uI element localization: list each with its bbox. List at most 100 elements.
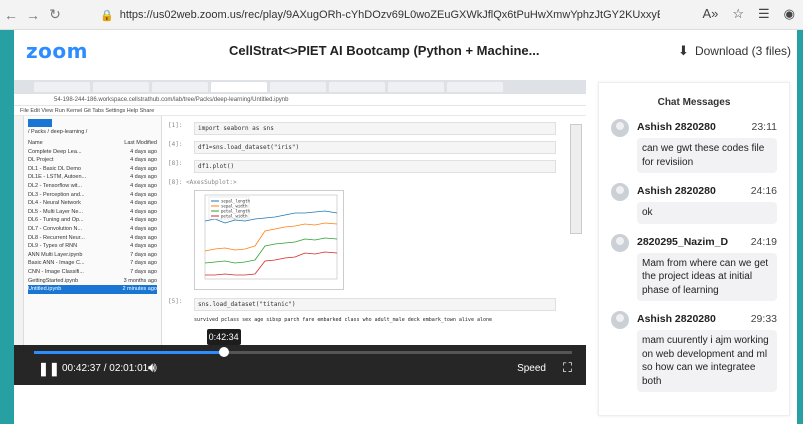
file-modified: 4 days ago <box>130 243 157 250</box>
file-row[interactable]: DL9 - Types of RNN 4 days ago <box>28 242 157 251</box>
plot-output: [8]: <AxesSubplot:> <box>168 179 586 186</box>
notebook: [1]: import seaborn as sns [4]: df1=sns.loa… <box>162 116 586 352</box>
line-plot: sepal_length sepal_width petal_length pe… <box>194 190 344 290</box>
file-row[interactable]: Complete Deep Lea... 4 days ago <box>28 148 157 157</box>
chat-message: Ashish 2820280 23:11 can we gwt these code… <box>599 119 789 173</box>
file-row[interactable]: DL7 - Convolution N... 4 days ago <box>28 225 157 234</box>
speed-button[interactable]: Speed <box>517 363 546 374</box>
file-header: Name Last Modified <box>28 140 157 146</box>
cell-code: import seaborn as sns <box>194 122 556 135</box>
recording-title: CellStrat<>PIET AI Bootcamp (Python + Ma… <box>229 43 540 58</box>
video-player[interactable]: 54-198-244-186.workspace.cellstrathub.co… <box>14 80 586 384</box>
plot-svg: sepal_length sepal_width petal_length pe… <box>204 194 338 280</box>
hover-time-tooltip: 0:42:34 <box>206 329 241 345</box>
cell-prompt: [8]: <box>168 160 183 167</box>
file-name: DL9 - Types of RNN <box>28 243 78 250</box>
file-row[interactable]: DL8 - Recurrent Neur... 4 days ago <box>28 234 157 243</box>
file-name: DL6 - Tuning and Op... <box>28 217 84 224</box>
profile-icon[interactable]: ◉ <box>784 6 795 22</box>
jupyter-workspace: / Packs / deep-learning / Name Last Modif… <box>14 116 586 352</box>
avatar <box>611 311 629 329</box>
file-modified: 4 days ago <box>130 217 157 224</box>
file-row[interactable]: DL2 - Tensorflow wit... 4 days ago <box>28 182 157 191</box>
cell-code: df1.plot() <box>194 160 556 173</box>
notebook-cell: [5]: sns.load_dataset("titanic") <box>168 298 586 311</box>
chat-text: ok <box>637 202 777 224</box>
download-button[interactable]: ⬇ Download (3 files) <box>678 43 791 59</box>
notebook-cell: [1]: import seaborn as sns <box>168 122 586 135</box>
breadcrumb: / Packs / deep-learning / <box>28 129 88 135</box>
recorded-browser-tabs <box>14 80 586 94</box>
jupyter-menu: File Edit View Run Kernel Git Tabs Setti… <box>14 106 586 116</box>
file-name: DL2 - Tensorflow wit... <box>28 182 83 189</box>
chat-time: 29:33 <box>750 313 777 325</box>
file-modified: 7 days ago <box>130 260 157 267</box>
chat-text: can we gwt these codes file for revisiio… <box>637 138 777 173</box>
file-row[interactable]: GettingStarted.ipynb 3 months ago <box>28 277 157 286</box>
progress-bar[interactable]: 0:42:34 <box>34 329 572 357</box>
avatar <box>611 119 629 137</box>
avatar <box>611 233 629 252</box>
file-name: Complete Deep Lea... <box>28 148 82 155</box>
file-row[interactable]: DL5 - Multi Layer Ne... 4 days ago <box>28 208 157 217</box>
dataframe-header: survived pclass sex age sibsp parch fare… <box>194 317 493 323</box>
file-row[interactable]: DL6 - Tuning and Op... 4 days ago <box>28 216 157 225</box>
file-row[interactable]: DL3 - Perception and... 4 days ago <box>28 191 157 200</box>
notebook-cell: [4]: df1=sns.load_dataset("iris") <box>168 141 586 154</box>
progress-handle[interactable] <box>218 347 229 357</box>
file-modified: 4 days ago <box>130 208 157 215</box>
lock-icon: 🔒 <box>100 9 114 22</box>
time-display: 00:42:37 / 02:01:01 <box>62 363 149 374</box>
recorded-address-bar: 54-198-244-186.workspace.cellstrathub.co… <box>14 94 586 106</box>
fullscreen-icon[interactable]: ⛶ <box>563 360 572 376</box>
chat-sender: Ashish 2820280 <box>637 121 716 133</box>
chat-message: 2820295_Nazim_D 24:19 Mam from where can w… <box>599 233 789 301</box>
file-row[interactable]: Untitled.ipynb 2 minutes ago <box>28 285 157 294</box>
file-modified: 4 days ago <box>130 225 157 232</box>
file-row[interactable]: DL Project 4 days ago <box>28 156 157 165</box>
file-row[interactable]: DL4 - Neural Network 4 days ago <box>28 199 157 208</box>
back-icon[interactable]: ← <box>0 7 22 23</box>
avatar <box>611 183 629 201</box>
file-name: DL1 - Basic DL Demo <box>28 165 81 172</box>
file-row[interactable]: DL1 - Basic DL Demo 4 days ago <box>28 165 157 174</box>
volume-icon[interactable]: 🔊︎ <box>148 359 157 376</box>
pause-button[interactable]: ❚❚ <box>38 361 60 377</box>
zoom-logo[interactable]: zoom <box>26 39 88 63</box>
browser-toolbar: ← → ↻ 🔒 https://us02web.zoom.us/rec/play… <box>0 0 803 30</box>
forward-icon[interactable]: → <box>22 7 44 23</box>
chat-time: 23:11 <box>751 121 778 133</box>
favorite-icon[interactable]: ☆ <box>732 6 744 22</box>
read-aloud-icon[interactable]: A» <box>702 6 718 22</box>
annotation-toolbar <box>570 124 582 234</box>
file-name: DL7 - Convolution N... <box>28 225 83 232</box>
file-row[interactable]: Basic ANN - Image C... 7 days ago <box>28 259 157 268</box>
page-left-edge <box>0 0 14 424</box>
url-text[interactable]: https://us02web.zoom.us/rec/play/9AXugOR… <box>120 9 660 21</box>
refresh-icon[interactable]: ↻ <box>44 6 66 23</box>
file-name: DL4 - Neural Network <box>28 200 81 207</box>
cell-prompt: [1]: <box>168 122 183 129</box>
legend-label: petal_width <box>221 214 248 219</box>
chat-sender: Ashish 2820280 <box>637 313 716 325</box>
file-modified: 4 days ago <box>130 165 157 172</box>
file-name: CNN - Image Classifi... <box>28 268 84 275</box>
collections-icon[interactable]: ☰ <box>758 6 770 22</box>
player-controls: 0:42:34 ❚❚ 00:42:37 / 02:01:01 🔊︎ Speed … <box>14 329 586 385</box>
file-modified: 4 days ago <box>130 234 157 241</box>
cell-code: df1=sns.load_dataset("iris") <box>194 141 556 154</box>
file-modified: 4 days ago <box>130 191 157 198</box>
chat-time: 24:16 <box>750 185 777 197</box>
jupyter-activity-bar <box>14 116 24 352</box>
file-row[interactable]: ANN Multi Layer.ipynb 7 days ago <box>28 251 157 260</box>
file-row[interactable]: CNN - Image Classifi... 7 days ago <box>28 268 157 277</box>
chat-time: 24:19 <box>750 235 777 248</box>
file-name: DL Project <box>28 157 54 164</box>
file-row[interactable]: DL1E - LSTM, Autoen... 4 days ago <box>28 173 157 182</box>
file-name: DL3 - Perception and... <box>28 191 85 198</box>
file-name: DL1E - LSTM, Autoen... <box>28 174 87 181</box>
address-bar[interactable]: 🔒 https://us02web.zoom.us/rec/play/9AXug… <box>100 5 660 25</box>
file-name: GettingStarted.ipynb <box>28 277 79 284</box>
file-name: ANN Multi Layer.ipynb <box>28 251 83 258</box>
chat-sender: 2820295_Nazim_D <box>637 235 729 248</box>
